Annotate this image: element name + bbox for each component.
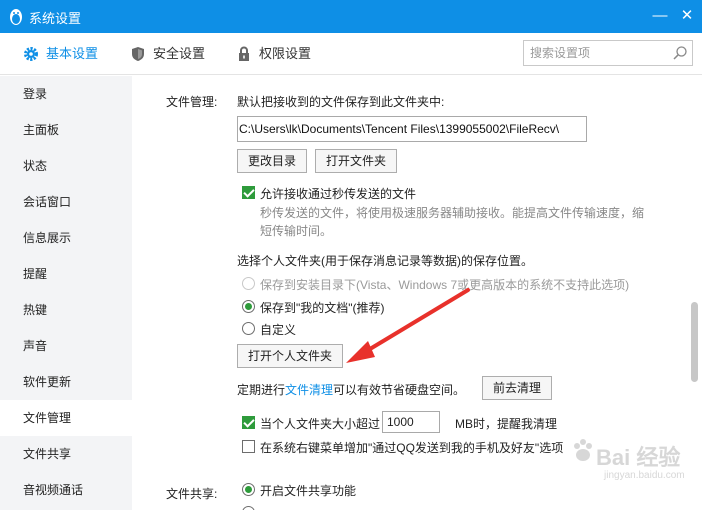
radio-my-documents-label: 保存到"我的文档"(推荐) [260, 301, 385, 315]
sidebar-item-main-panel[interactable]: 主面板 [0, 112, 132, 148]
tab-basic-settings[interactable]: 基本设置 [22, 33, 102, 75]
size-limit-prefix: 当个人文件夹大小超过 [260, 417, 381, 431]
tab-bar: 基本设置 安全设置 权限设置 [0, 33, 702, 75]
paw-icon [574, 439, 592, 461]
enable-file-sharing-radio[interactable] [242, 483, 255, 496]
open-personal-folder-button[interactable]: 打开个人文件夹 [237, 344, 344, 368]
open-folder-button[interactable]: 打开文件夹 [315, 149, 398, 173]
sidebar-item-status[interactable]: 状态 [0, 148, 132, 184]
sidebar-item-software-update[interactable]: 软件更新 [0, 364, 132, 400]
sidebar-item-hotkeys[interactable]: 热键 [0, 292, 132, 328]
cleanup-suffix: 可以有效节省硬盘空间。 [333, 383, 466, 397]
size-limit-input[interactable]: 1000 [382, 411, 440, 433]
cleanup-hint: 定期进行文件清理可以有效节省硬盘空间。 [237, 381, 465, 398]
radio-install-dir[interactable] [242, 277, 255, 290]
tab-label: 基本设置 [46, 46, 99, 61]
sidebar-item-reminder[interactable]: 提醒 [0, 256, 132, 292]
radio-custom[interactable] [242, 322, 255, 335]
file-sharing-option-radio[interactable] [242, 506, 255, 510]
context-menu-label: 在系统右键菜单增加"通过QQ发送到我的手机及好友"选项 [260, 441, 564, 455]
file-sharing-label: 文件共享: [166, 487, 218, 501]
sidebar-item-info-display[interactable]: 信息展示 [0, 220, 132, 256]
save-path-field[interactable]: C:\Users\lk\Documents\Tencent Files\1399… [237, 116, 587, 142]
watermark-text: Bai 经验 [596, 445, 681, 470]
radio-install-dir-label: 保存到安装目录下(Vista、Windows 7或更高版本的系统不支持此选项) [260, 278, 630, 292]
personal-folder-title: 选择个人文件夹(用于保存消息记录等数据)的保存位置。 [237, 254, 533, 268]
file-management-label: 文件管理: [166, 95, 218, 109]
tab-label: 权限设置 [259, 46, 312, 61]
size-limit-value: 1000 [387, 415, 414, 429]
search-box[interactable] [523, 40, 693, 66]
sidebar-item-sound[interactable]: 声音 [0, 328, 132, 364]
baidu-watermark: Bai 经验 jingyan.baidu.com [572, 434, 692, 504]
sidebar-item-chat-window[interactable]: 会话窗口 [0, 184, 132, 220]
lock-icon [239, 46, 249, 61]
gear-icon [24, 47, 38, 61]
go-cleanup-button[interactable]: 前去清理 [482, 376, 553, 400]
default-save-text: 默认把接收到的文件保存到此文件夹中: [237, 95, 445, 109]
tab-security-settings[interactable]: 安全设置 [129, 33, 209, 75]
sidebar-item-file-sharing[interactable]: 文件共享 [0, 436, 132, 472]
sidebar: 登录 主面板 状态 会话窗口 信息展示 提醒 热键 声音 软件更新 文件管理 文… [0, 76, 132, 510]
search-input[interactable] [530, 44, 666, 62]
scrollbar-thumb[interactable] [691, 302, 698, 382]
tab-permission-settings[interactable]: 权限设置 [235, 33, 315, 75]
radio-custom-label: 自定义 [260, 323, 297, 337]
allow-flash-transfer-label: 允许接收通过秒传发送的文件 [260, 187, 417, 201]
file-cleanup-link[interactable]: 文件清理 [285, 383, 333, 397]
window-title: 系统设置 [29, 11, 82, 26]
title-bar: 系统设置 — ✕ [0, 0, 702, 33]
size-limit-checkbox[interactable] [242, 416, 255, 429]
sidebar-item-login[interactable]: 登录 [0, 76, 132, 112]
sidebar-item-av-call[interactable]: 音视频通话 [0, 472, 132, 508]
radio-my-documents[interactable] [242, 300, 255, 313]
shield-icon [132, 47, 144, 61]
cleanup-prefix: 定期进行 [237, 383, 286, 397]
watermark-url: jingyan.baidu.com [604, 470, 685, 481]
size-limit-suffix: MB时，提醒我清理 [455, 417, 558, 431]
allow-flash-transfer-checkbox[interactable] [242, 186, 255, 199]
tab-label: 安全设置 [153, 46, 206, 61]
penguin-logo-icon [10, 9, 22, 25]
close-button[interactable]: ✕ [675, 6, 699, 26]
sidebar-item-file-management[interactable]: 文件管理 [0, 400, 132, 436]
search-icon[interactable] [672, 45, 688, 61]
context-menu-checkbox[interactable] [242, 440, 255, 453]
change-directory-button[interactable]: 更改目录 [237, 149, 308, 173]
enable-file-sharing-label: 开启文件共享功能 [260, 484, 357, 498]
save-path-value: C:\Users\lk\Documents\Tencent Files\1399… [239, 122, 560, 136]
flash-transfer-description: 秒传发送的文件，将使用极速服务器辅助接收。能提高文件传输速度，缩短传输时间。 [260, 206, 645, 238]
minimize-button[interactable]: — [648, 6, 672, 26]
